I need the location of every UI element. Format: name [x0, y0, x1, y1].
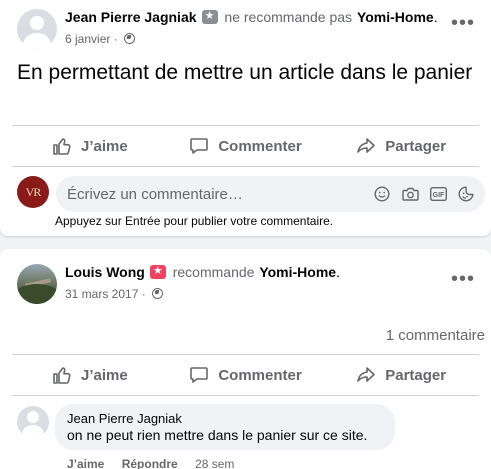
post-meta: 31 mars 2017 ·: [65, 287, 164, 301]
share-button[interactable]: Partager: [323, 128, 479, 164]
thumbs-up-icon: [52, 136, 72, 156]
post-date-link[interactable]: 31 mars 2017: [65, 287, 138, 301]
commenter-name-link[interactable]: Jean Pierre Jagniak: [67, 411, 383, 426]
recommendation-verb: recommande: [172, 264, 255, 280]
more-options-button[interactable]: •••: [451, 13, 475, 38]
page-name-link[interactable]: Yomi-Home: [357, 9, 434, 25]
share-arrow-icon: [356, 136, 376, 156]
comment-button[interactable]: Commenter: [168, 128, 324, 164]
share-label: Partager: [385, 137, 447, 155]
globe-icon[interactable]: [152, 288, 164, 299]
header-period: .: [336, 264, 340, 280]
share-button[interactable]: Partager: [323, 357, 479, 393]
thumbs-up-icon: [52, 365, 72, 385]
more-dots-icon: •••: [451, 12, 476, 34]
header-period: .: [433, 9, 438, 25]
recommend-star-icon: ★: [149, 265, 166, 279]
not-recommend-star-icon: ★: [201, 10, 218, 24]
share-label: Partager: [385, 366, 447, 384]
comment-label: Commenter: [218, 137, 302, 155]
author-avatar[interactable]: [17, 9, 57, 49]
composer-hint: Appuyez sur Entrée pour publier votre co…: [55, 214, 334, 228]
like-label: J’aime: [80, 137, 128, 155]
gif-label: GIF: [432, 192, 444, 199]
post-card-1: Jean Pierre Jagniak ★ ne recommande pas Y…: [0, 0, 491, 236]
comment-age[interactable]: 28 sem: [195, 457, 234, 469]
comment-count-link[interactable]: 1 commentaire: [386, 327, 485, 344]
post-card-2: Louis Wong ★ recommande Yomi-Home. 31 mar…: [0, 249, 491, 469]
comment-composer[interactable]: GIF: [56, 176, 485, 212]
post-header: Jean Pierre Jagniak ★ ne recommande pas Y…: [65, 9, 438, 25]
meta-separator: ·: [141, 287, 146, 301]
post-actions: J’aime Commenter Partager: [12, 128, 479, 164]
divider: [12, 166, 479, 167]
post-header: Louis Wong ★ recommande Yomi-Home.: [65, 264, 340, 280]
recommendation-verb: ne recommande pas: [224, 9, 353, 25]
gif-icon[interactable]: GIF: [429, 185, 447, 203]
like-label: J’aime: [80, 366, 128, 384]
author-name-link[interactable]: Louis Wong: [65, 264, 145, 280]
comment-like-link[interactable]: J’aime: [67, 457, 104, 469]
share-arrow-icon: [356, 365, 376, 385]
comment-button[interactable]: Commenter: [168, 357, 324, 393]
author-avatar[interactable]: [17, 264, 57, 304]
globe-icon[interactable]: [124, 33, 136, 44]
post-text: En permettant de mettre un article dans …: [17, 61, 473, 84]
camera-icon[interactable]: [401, 185, 419, 203]
like-button[interactable]: J’aime: [12, 128, 168, 164]
post-meta: 6 janvier ·: [65, 32, 136, 46]
author-name-link[interactable]: Jean Pierre Jagniak: [65, 9, 197, 25]
speech-bubble-icon: [189, 136, 209, 156]
comment-text: on ne peut rien mettre dans le panier su…: [67, 427, 368, 443]
like-button[interactable]: J’aime: [12, 357, 168, 393]
emoji-icon[interactable]: [373, 185, 391, 203]
post-actions: J’aime Commenter Partager: [12, 357, 479, 393]
post-date-link[interactable]: 6 janvier: [65, 32, 110, 46]
more-options-button[interactable]: •••: [451, 269, 475, 294]
comment-bubble: Jean Pierre Jagniak on ne peut rien mett…: [55, 404, 395, 450]
comment-reply-link[interactable]: Répondre: [122, 457, 178, 469]
more-dots-icon: •••: [451, 268, 476, 290]
current-user-avatar[interactable]: VR: [17, 176, 49, 208]
comment-actions: J’aime Répondre 28 sem: [67, 457, 234, 469]
page-name-link[interactable]: Yomi-Home: [259, 264, 336, 280]
divider: [12, 395, 479, 396]
meta-separator: ·: [113, 32, 118, 46]
commenter-avatar[interactable]: [17, 406, 49, 438]
divider: [12, 354, 479, 355]
speech-bubble-icon: [189, 365, 209, 385]
sticker-icon[interactable]: [457, 185, 475, 203]
divider: [12, 125, 479, 126]
composer-icons: GIF: [373, 185, 475, 203]
comment-label: Commenter: [218, 366, 302, 384]
comment-input[interactable]: [67, 176, 367, 212]
